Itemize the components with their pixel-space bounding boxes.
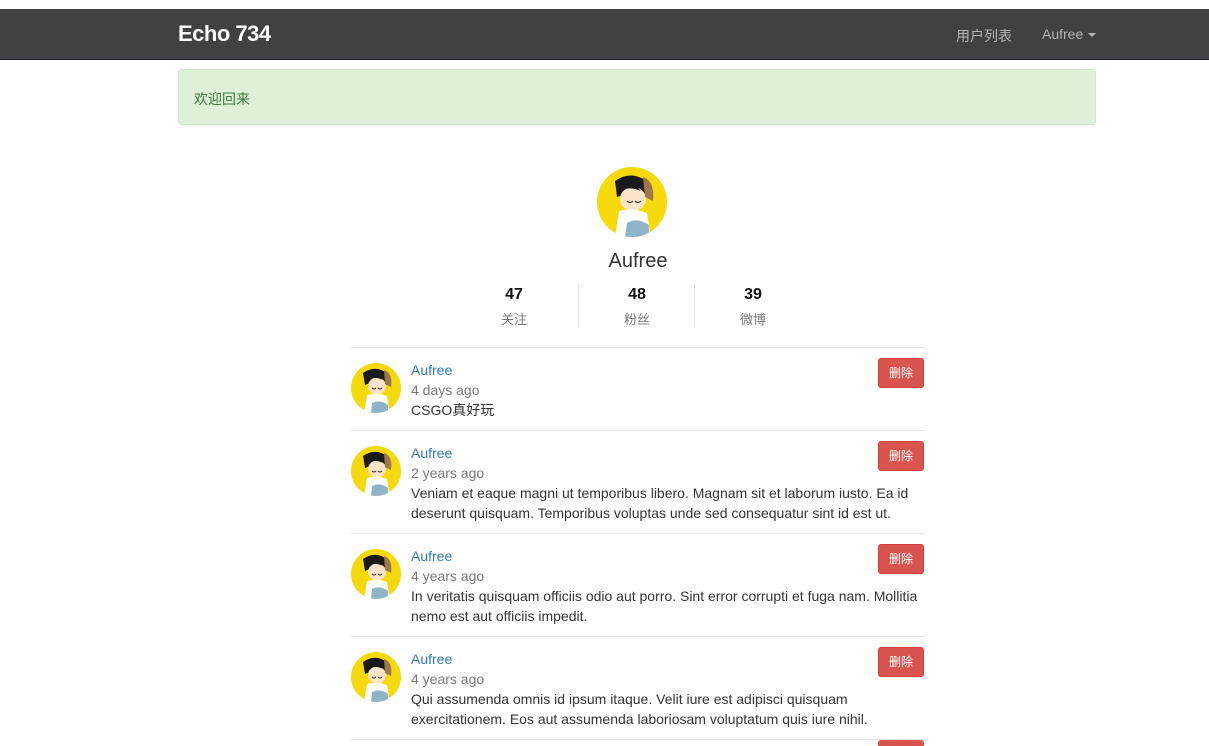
profile-avatar[interactable] (597, 167, 667, 237)
timestamp: 2 years ago (411, 465, 485, 481)
top-strip (0, 0, 1209, 9)
stat-posts[interactable]: 39 微博 (694, 284, 811, 328)
navbar: Echo 734 用户列表 Aufree (0, 9, 1209, 60)
list-item: Aufree 4 years ago In veritatis quisquam… (351, 534, 924, 637)
stat-posts-count: 39 (744, 286, 762, 303)
delete-button-partial[interactable] (878, 740, 924, 746)
timestamp: 4 days ago (411, 382, 480, 398)
author-link[interactable]: Aufree (411, 360, 924, 380)
stat-followers[interactable]: 48 粉丝 (578, 284, 695, 328)
flash-alert: 欢迎回来 (178, 69, 1096, 125)
stat-following-count: 47 (505, 286, 523, 303)
author-link[interactable]: Aufree (411, 546, 924, 566)
nav-users-link[interactable]: 用户列表 (956, 26, 1012, 46)
avatar[interactable] (351, 446, 401, 496)
user-menu-dropdown[interactable]: Aufree (1042, 26, 1097, 42)
delete-button[interactable]: 删除 (878, 544, 924, 574)
stat-followers-count: 48 (628, 286, 646, 303)
brand-logo[interactable]: Echo 734 (178, 21, 271, 47)
list-item: Aufree 2 years ago Veniam et eaque magni… (351, 431, 924, 534)
profile-name: Aufree (608, 250, 668, 272)
user-menu-label: Aufree (1042, 26, 1084, 42)
avatar[interactable] (351, 652, 401, 702)
status-content: Qui assumenda omnis id ipsum itaque. Vel… (411, 691, 868, 727)
alert-message: 欢迎回来 (194, 91, 250, 107)
author-link[interactable]: Aufree (411, 649, 924, 669)
stat-posts-label: 微博 (739, 312, 766, 327)
stat-followers-label: 粉丝 (623, 312, 650, 327)
stat-following-label: 关注 (500, 312, 527, 327)
delete-button[interactable]: 删除 (878, 441, 924, 471)
avatar[interactable] (351, 549, 401, 599)
avatar[interactable] (351, 363, 401, 413)
status-content: CSGO真好玩 (411, 402, 495, 418)
status-feed: Aufree 4 days ago CSGO真好玩 删除 Aufree 2 ye… (351, 347, 924, 740)
timestamp: 4 years ago (411, 671, 485, 687)
delete-button[interactable]: 删除 (878, 358, 924, 388)
list-item: Aufree 4 years ago Qui assumenda omnis i… (351, 637, 924, 740)
stat-following[interactable]: 47 关注 (454, 286, 574, 328)
timestamp: 4 years ago (411, 568, 485, 584)
caret-down-icon (1088, 33, 1097, 38)
status-content: Veniam et eaque magni ut temporibus libe… (411, 485, 909, 521)
author-link[interactable]: Aufree (411, 443, 924, 463)
list-item: Aufree 4 days ago CSGO真好玩 删除 (351, 348, 924, 431)
delete-button[interactable]: 删除 (878, 647, 924, 677)
status-content: In veritatis quisquam officiis odio aut … (411, 588, 918, 624)
